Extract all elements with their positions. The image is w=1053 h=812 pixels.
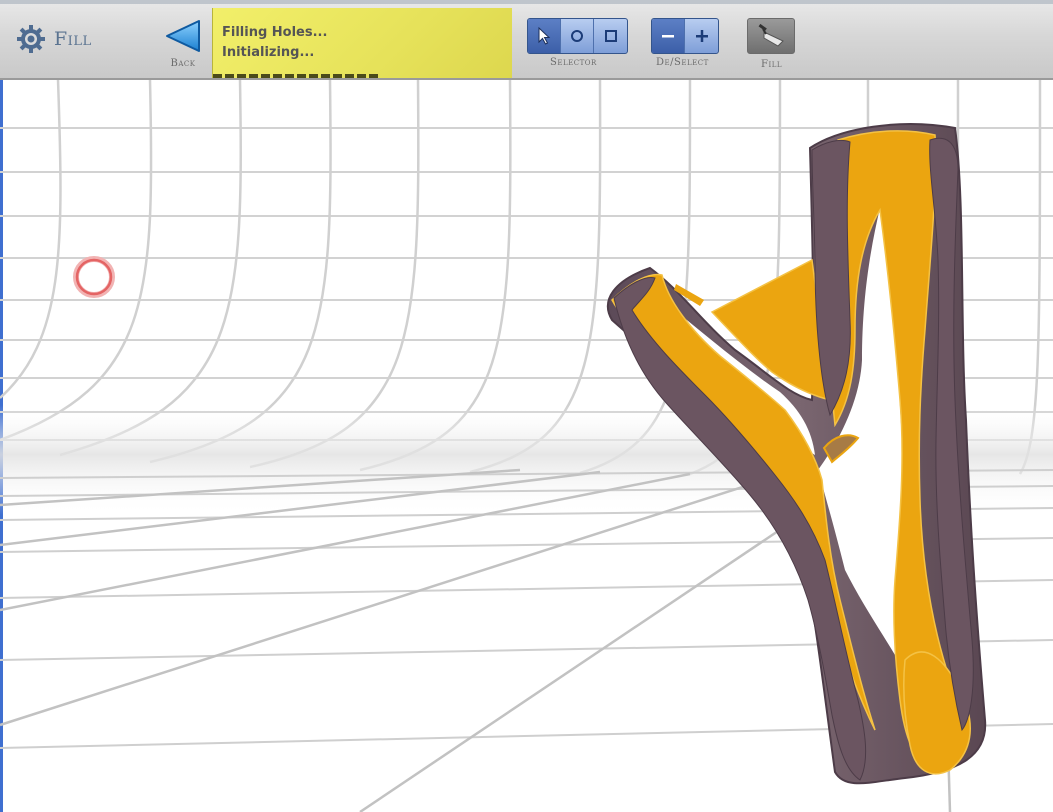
selector-label: Selector xyxy=(550,57,597,68)
rect-select-button[interactable] xyxy=(594,19,627,53)
back-label: Back xyxy=(170,58,196,69)
selector-group xyxy=(527,18,628,54)
mode-label: Fill xyxy=(54,28,92,50)
circle-cursor-icon xyxy=(73,256,115,298)
deselect-button[interactable] xyxy=(652,19,685,53)
back-button[interactable]: Back xyxy=(162,18,204,74)
pointer-select-button[interactable] xyxy=(528,19,561,53)
plus-icon xyxy=(695,30,708,42)
status-progress-bar xyxy=(213,74,513,78)
deselect-group xyxy=(651,18,719,54)
gear-icon xyxy=(17,25,45,53)
cursor-arrow-icon xyxy=(538,27,551,45)
circle-select-button[interactable] xyxy=(561,19,594,53)
3d-viewport[interactable] xyxy=(0,80,1053,812)
select-add-button[interactable] xyxy=(685,19,718,53)
minus-icon xyxy=(662,35,674,38)
square-select-icon xyxy=(604,30,617,42)
mode-indicator: Fill xyxy=(16,24,92,54)
status-progress-fill xyxy=(213,74,378,78)
deselect-label: De/Select xyxy=(656,57,709,68)
status-line-2: Initializing... xyxy=(222,45,315,60)
toolbar: Fill Back Filling Holes... Initializing.… xyxy=(0,0,1053,80)
triangle-left-icon xyxy=(166,20,200,52)
circle-select-icon xyxy=(571,30,583,42)
fill-label: Fill xyxy=(761,59,783,70)
status-panel: Filling Holes... Initializing... xyxy=(212,8,512,78)
status-line-1: Filling Holes... xyxy=(222,25,328,40)
fill-button[interactable] xyxy=(747,18,795,54)
trowel-icon xyxy=(758,24,784,47)
